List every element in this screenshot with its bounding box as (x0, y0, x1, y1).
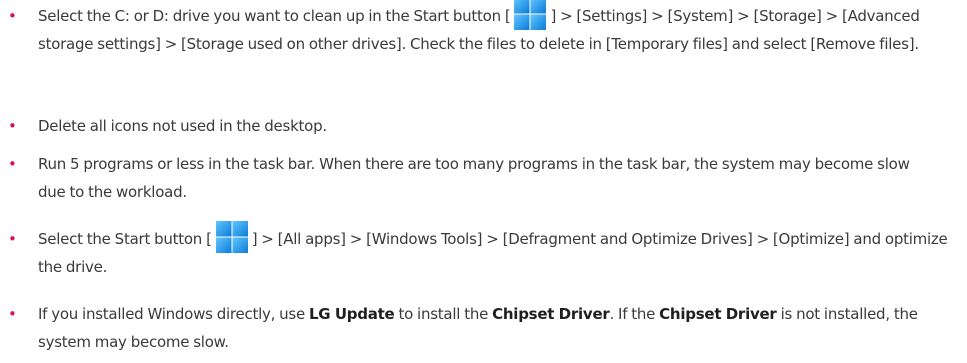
lg-update-label: LG Update (308, 305, 395, 323)
bullet: • (8, 230, 17, 248)
item-text: If you installed Windows directly, use (38, 305, 309, 323)
item-text: Select the C: or D: drive you want to cl… (38, 7, 511, 25)
bullet: • (8, 155, 17, 173)
chipset-driver-label: Chipset Driver (492, 305, 610, 323)
bullet: • (8, 305, 17, 323)
tips-document: • Select the C: or D: drive you want to … (0, 0, 967, 363)
item-text: Run 5 programs or less in the task bar. … (38, 155, 910, 201)
item-text: Delete all icons not used in the desktop… (38, 117, 327, 135)
list-item-defragment: • Select the Start button [] > [All apps… (8, 220, 953, 281)
item-text: Select the Start button [ (38, 230, 212, 248)
windows-start-icon (215, 220, 249, 254)
list-item-chipset-driver: • If you installed Windows directly, use… (8, 300, 958, 356)
list-item-clean-drive: • Select the C: or D: drive you want to … (8, 0, 948, 58)
bullet: • (8, 117, 17, 135)
bullet: • (8, 7, 17, 25)
windows-start-icon (513, 0, 547, 31)
list-item-delete-icons: • Delete all icons not used in the deskt… (8, 112, 956, 140)
chipset-driver-label: Chipset Driver (659, 305, 777, 323)
list-item-taskbar: • Run 5 programs or less in the task bar… (8, 150, 938, 206)
item-text: . If the (609, 305, 660, 323)
item-text: to install the (394, 305, 493, 323)
